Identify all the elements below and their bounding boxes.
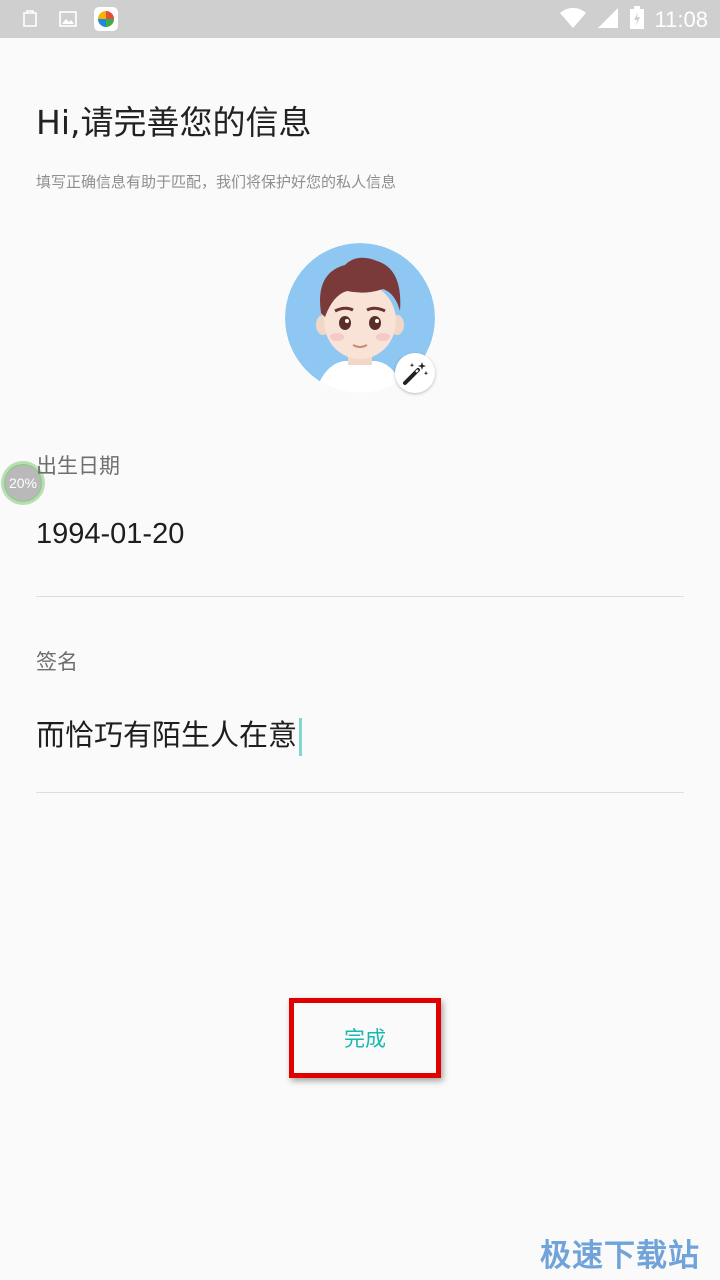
page-title: Hi,请完善您的信息 xyxy=(36,103,312,142)
battery-charging-icon xyxy=(629,6,645,34)
watermark: 极速下载站 xyxy=(540,1238,700,1274)
status-bar: 11:08 xyxy=(0,0,720,38)
app-store-icon xyxy=(94,7,118,31)
wifi-icon xyxy=(559,7,587,33)
signal-icon xyxy=(597,7,619,33)
status-time: 11:08 xyxy=(654,7,708,32)
text-cursor xyxy=(299,718,303,756)
magic-wand-icon xyxy=(403,362,429,385)
image-icon xyxy=(56,7,80,31)
status-right-icons: 11:08 xyxy=(559,6,708,34)
done-button[interactable]: 完成 xyxy=(289,998,441,1078)
signature-text: 而恰巧有陌生人在意 xyxy=(36,718,298,752)
birth-date-divider xyxy=(36,596,684,597)
clipboard-icon xyxy=(18,7,42,31)
avatar-container[interactable] xyxy=(285,243,437,395)
signature-label: 签名 xyxy=(36,650,78,674)
birth-date-label: 出生日期 xyxy=(36,454,120,478)
birth-date-field[interactable]: 1994-01-20 xyxy=(36,518,184,551)
status-left-icons xyxy=(18,7,118,31)
signature-divider xyxy=(36,792,684,793)
page-subtitle: 填写正确信息有助于匹配，我们将保护好您的私人信息 xyxy=(36,173,397,191)
avatar-edit-button[interactable] xyxy=(395,353,435,393)
done-button-label: 完成 xyxy=(344,1027,386,1051)
signature-field[interactable]: 而恰巧有陌生人在意 xyxy=(36,712,303,756)
